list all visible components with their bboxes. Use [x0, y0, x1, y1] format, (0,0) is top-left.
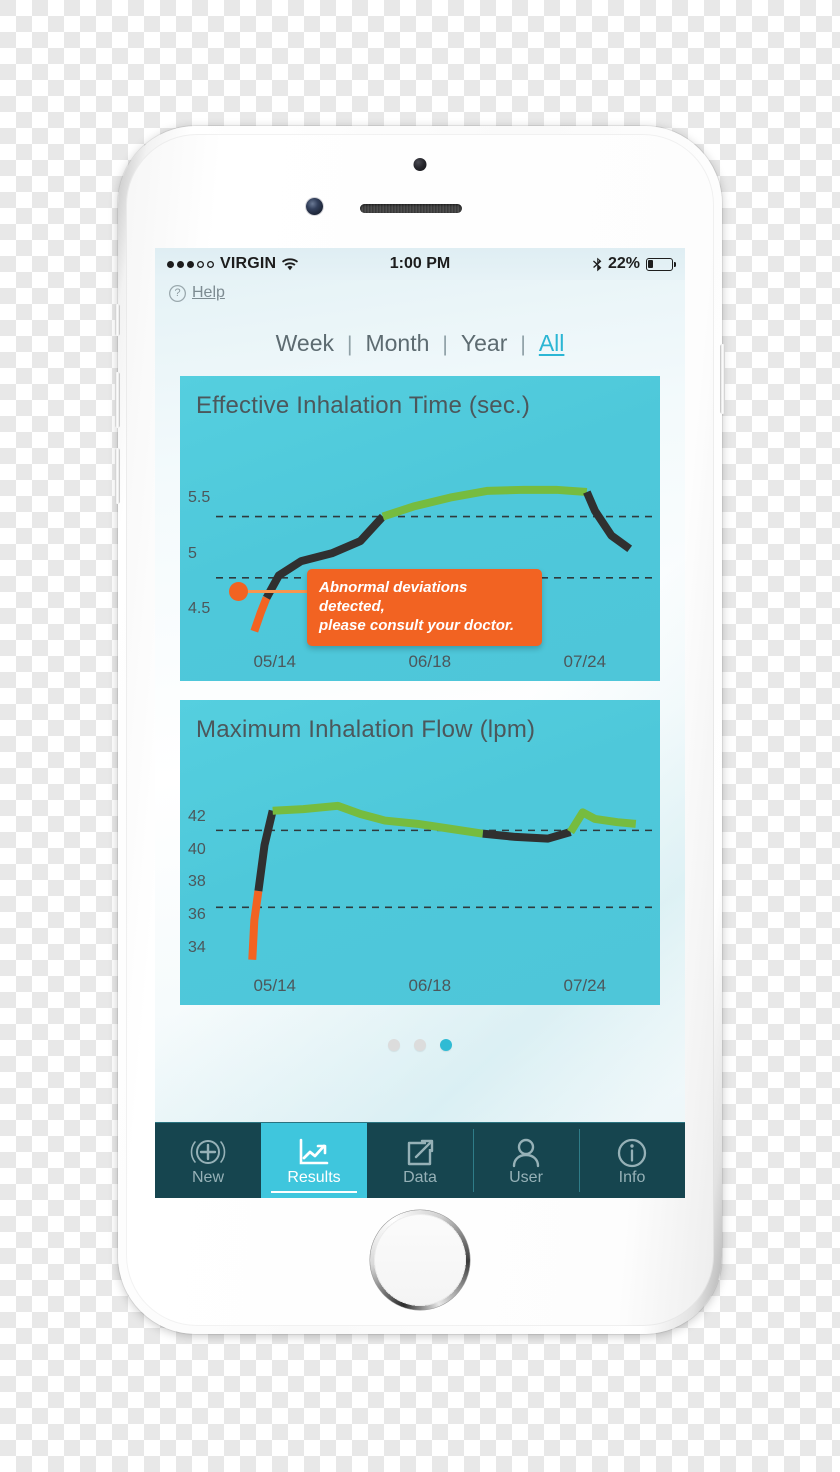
y-axis-tick-label: 34 [188, 938, 206, 956]
alert-connector-line [238, 590, 310, 593]
chart-card-inhalation-time[interactable]: Effective Inhalation Time (sec.) 5.5 5 4… [180, 376, 660, 681]
page-indicator[interactable] [155, 1039, 685, 1051]
period-filter: Week | Month | Year | All [155, 330, 685, 357]
person-icon [511, 1135, 541, 1169]
battery-percent-label: 22% [607, 255, 640, 272]
home-button[interactable] [374, 1214, 466, 1306]
proximity-sensor-icon [306, 198, 323, 215]
volume-up-button[interactable] [115, 372, 120, 428]
wifi-icon [282, 257, 299, 270]
tooltip-line-2: please consult your doctor. [319, 617, 515, 635]
x-axis-tick-label: 06/18 [408, 976, 452, 995]
chart-card-inhalation-flow[interactable]: Maximum Inhalation Flow (lpm) 42 40 38 3… [180, 700, 660, 1005]
x-axis-tick-label: 06/18 [408, 652, 452, 671]
share-box-icon [404, 1135, 436, 1169]
y-axis-tick-label: 42 [188, 807, 206, 825]
status-bar-right: 22% [450, 255, 677, 273]
period-separator-3: | [520, 333, 526, 356]
phone-device: VIRGIN 1:00 PM 22% ? Help Week | Month |… [115, 126, 725, 1334]
bottom-tab-bar: New Results Data User Info [155, 1122, 685, 1198]
tab-label: New [191, 1168, 224, 1186]
status-bar: VIRGIN 1:00 PM 22% [155, 248, 685, 280]
tab-results[interactable]: Results [261, 1123, 367, 1198]
line-chart-icon [297, 1135, 331, 1169]
tab-label: User [509, 1168, 543, 1186]
tab-label: Results [287, 1168, 341, 1186]
y-axis-tick-label: 5 [188, 544, 197, 562]
silent-switch[interactable] [115, 304, 120, 336]
period-tab-year[interactable]: Year [461, 330, 507, 357]
period-tab-month[interactable]: Month [365, 330, 429, 357]
page-dot[interactable] [414, 1039, 426, 1051]
y-axis-tick-label: 40 [188, 840, 206, 858]
help-link[interactable]: Help [192, 284, 225, 302]
tab-label: Info [618, 1168, 646, 1186]
signal-strength-icon [167, 260, 214, 268]
y-axis-tick-label: 5.5 [188, 488, 211, 506]
help-row[interactable]: ? Help [155, 280, 685, 302]
x-axis-tick-label: 05/14 [253, 652, 296, 671]
y-axis-tick-label: 4.5 [188, 600, 211, 618]
tab-info[interactable]: Info [579, 1123, 685, 1198]
abnormal-deviation-tooltip[interactable]: Abnormal deviations detected, please con… [307, 569, 542, 646]
chart-plot-area [216, 801, 652, 960]
tab-label: Data [403, 1168, 437, 1186]
page-dot-active[interactable] [440, 1039, 452, 1051]
x-axis-tick-label: 07/24 [563, 976, 607, 995]
alert-data-point[interactable] [229, 582, 248, 601]
earpiece-speaker-icon [360, 204, 462, 213]
period-tab-week[interactable]: Week [276, 330, 334, 357]
tab-data[interactable]: Data [367, 1123, 473, 1198]
clock-label: 1:00 PM [389, 255, 451, 272]
question-mark-icon: ? [169, 285, 186, 302]
y-axis-tick-label: 38 [188, 873, 206, 891]
period-separator-2: | [442, 333, 448, 356]
info-circle-icon [616, 1135, 648, 1169]
tab-user[interactable]: User [473, 1123, 579, 1198]
plus-circle-icon [188, 1135, 228, 1169]
bluetooth-icon [592, 257, 602, 271]
battery-icon [646, 257, 677, 271]
tab-new[interactable]: New [155, 1123, 261, 1198]
carrier-label: VIRGIN [220, 255, 277, 272]
period-tab-all[interactable]: All [539, 330, 565, 357]
volume-down-button[interactable] [115, 448, 120, 504]
tooltip-line-1: Abnormal deviations detected, [319, 579, 468, 616]
x-axis-tick-label: 07/24 [563, 652, 607, 671]
power-button[interactable] [720, 344, 725, 414]
x-axis-tick-label: 05/14 [253, 976, 296, 995]
front-camera-icon [413, 158, 427, 171]
y-axis-tick-label: 36 [188, 906, 206, 924]
status-bar-left: VIRGIN [167, 255, 390, 273]
phone-screen: VIRGIN 1:00 PM 22% ? Help Week | Month |… [155, 248, 685, 1198]
period-separator-1: | [347, 333, 353, 356]
page-dot[interactable] [388, 1039, 400, 1051]
